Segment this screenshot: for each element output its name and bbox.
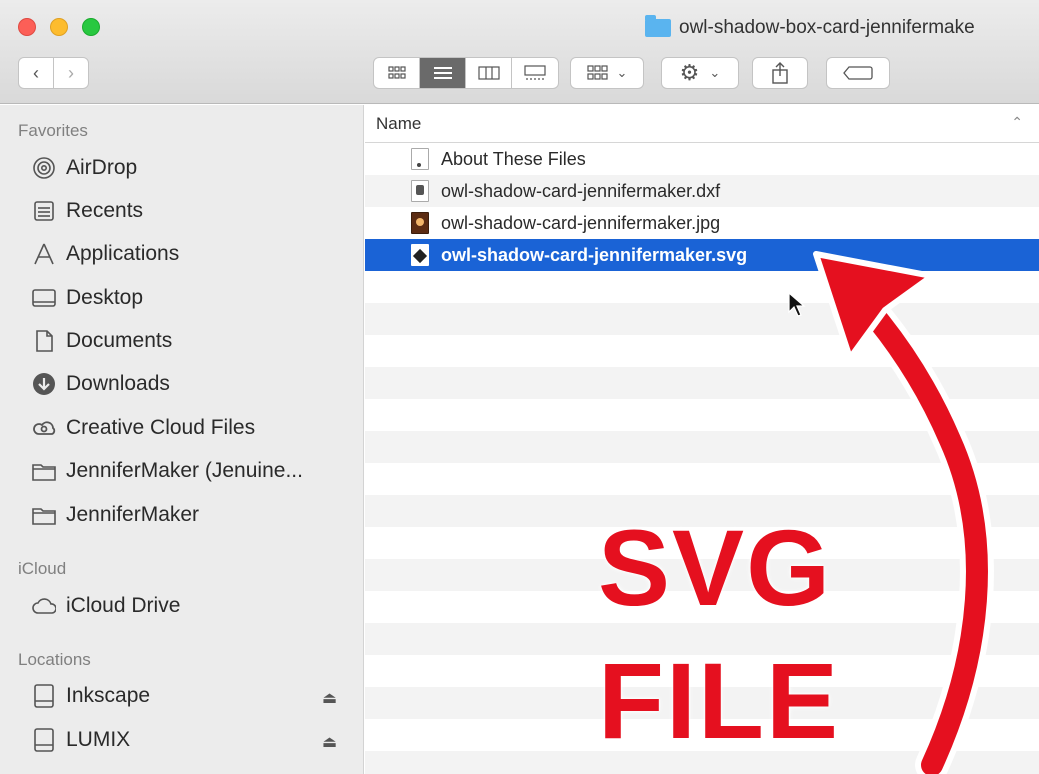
disk-icon [32, 684, 56, 708]
close-window-button[interactable] [18, 18, 36, 36]
creative-cloud-icon [32, 416, 56, 440]
sidebar-item-downloads[interactable]: Downloads [32, 366, 170, 402]
file-name: About These Files [441, 148, 586, 169]
list-view-button[interactable] [420, 58, 466, 88]
minimize-window-button[interactable] [50, 18, 68, 36]
sidebar-item-label: JenniferMaker [66, 503, 200, 526]
icon-view-button[interactable] [374, 58, 420, 88]
sidebar-item-lumix[interactable]: LUMIX [32, 722, 130, 758]
chevron-right-icon: › [68, 62, 74, 83]
grid-icon [387, 66, 406, 79]
window-title-text: owl-shadow-box-card-jennifermake [679, 17, 975, 38]
cloud-icon [32, 594, 56, 618]
folder-icon [32, 503, 56, 527]
dxf-file-icon [411, 180, 429, 202]
sidebar-item-icloud-drive[interactable]: iCloud Drive [32, 588, 180, 624]
file-name: owl-shadow-card-jennifermaker.svg [441, 244, 748, 265]
sidebar-item-desktop[interactable]: Desktop [32, 280, 143, 316]
name-column-header[interactable]: Name ⌃ [365, 105, 1039, 143]
sidebar-item-creative-cloud[interactable]: Creative Cloud Files [32, 410, 255, 446]
tag-button[interactable] [826, 57, 890, 89]
sidebar: Favorites AirDrop Recents Applications D… [0, 105, 364, 774]
share-button[interactable] [752, 57, 808, 89]
file-row[interactable]: owl-shadow-card-jennifermaker.jpg [365, 207, 1039, 239]
action-menu-button[interactable]: ⚙ ⌄ [661, 57, 739, 89]
columns-icon [477, 66, 500, 80]
sidebar-item-airdrop[interactable]: AirDrop [32, 150, 137, 186]
chevron-left-icon: ‹ [33, 62, 39, 83]
sidebar-item-jennifermaker-jenuine[interactable]: JenniferMaker (Jenuine... [32, 453, 303, 489]
sidebar-item-label: Downloads [66, 372, 170, 395]
window-titlebar: owl-shadow-box-card-jennifermake ‹ › ⌄ ⚙… [0, 0, 1039, 104]
sidebar-item-jennifermaker[interactable]: JenniferMaker [32, 497, 199, 533]
gallery-icon [524, 65, 546, 80]
list-icon [433, 67, 452, 79]
sidebar-item-label: LUMIX [66, 728, 131, 751]
text-file-icon [411, 148, 429, 170]
documents-icon [32, 329, 56, 353]
desktop-icon [32, 286, 56, 310]
disk-icon [32, 728, 56, 752]
column-header-label: Name [376, 113, 422, 133]
recents-icon [32, 199, 56, 223]
share-icon [772, 62, 788, 84]
back-button[interactable]: ‹ [18, 57, 54, 89]
svg-file-icon [411, 244, 429, 266]
group-icon [586, 65, 608, 80]
sidebar-item-label: Creative Cloud Files [66, 416, 256, 439]
chevron-down-icon: ⌄ [709, 65, 721, 80]
maximize-window-button[interactable] [82, 18, 100, 36]
folder-icon [32, 459, 56, 483]
sidebar-item-label: Documents [66, 329, 173, 352]
sidebar-item-applications[interactable]: Applications [32, 236, 179, 272]
window-title: owl-shadow-box-card-jennifermake [645, 15, 975, 39]
sidebar-item-documents[interactable]: Documents [32, 323, 172, 359]
file-row[interactable]: owl-shadow-card-jennifermaker.dxf [365, 175, 1039, 207]
gear-icon: ⚙ [679, 60, 700, 85]
folder-icon [645, 15, 671, 37]
icloud-header: iCloud [18, 559, 67, 578]
favorites-header: Favorites [18, 121, 88, 140]
applications-icon [32, 242, 56, 266]
sidebar-item-label: iCloud Drive [66, 594, 181, 617]
downloads-icon [32, 372, 56, 396]
overlay-file-text: FILE [598, 640, 840, 761]
sidebar-item-label: JenniferMaker (Jenuine... [66, 459, 303, 482]
file-name: owl-shadow-card-jennifermaker.dxf [441, 180, 721, 201]
eject-icon[interactable]: ⏏ [322, 732, 337, 752]
sort-ascending-icon: ⌃ [1011, 114, 1023, 130]
sidebar-item-label: Recents [66, 199, 144, 222]
forward-button[interactable]: › [53, 57, 89, 89]
view-mode-selector [373, 57, 559, 89]
airdrop-icon [32, 156, 56, 180]
tag-icon [843, 66, 873, 80]
sidebar-item-label: Desktop [66, 286, 144, 309]
chevron-down-icon: ⌄ [616, 65, 628, 80]
sidebar-item-recents[interactable]: Recents [32, 193, 143, 229]
sidebar-item-label: Applications [66, 242, 180, 265]
locations-header: Locations [18, 650, 91, 669]
file-row[interactable]: About These Files [365, 143, 1039, 175]
file-name: owl-shadow-card-jennifermaker.jpg [441, 212, 721, 233]
sidebar-item-label: AirDrop [66, 156, 138, 179]
overlay-svg-text: SVG [598, 507, 833, 628]
sidebar-item-label: Inkscape [66, 684, 151, 707]
gallery-view-button[interactable] [512, 58, 558, 88]
eject-icon[interactable]: ⏏ [322, 688, 337, 708]
sidebar-item-inkscape[interactable]: Inkscape [32, 678, 150, 714]
jpg-file-icon [411, 212, 429, 234]
column-view-button[interactable] [466, 58, 512, 88]
group-by-button[interactable]: ⌄ [570, 57, 644, 89]
